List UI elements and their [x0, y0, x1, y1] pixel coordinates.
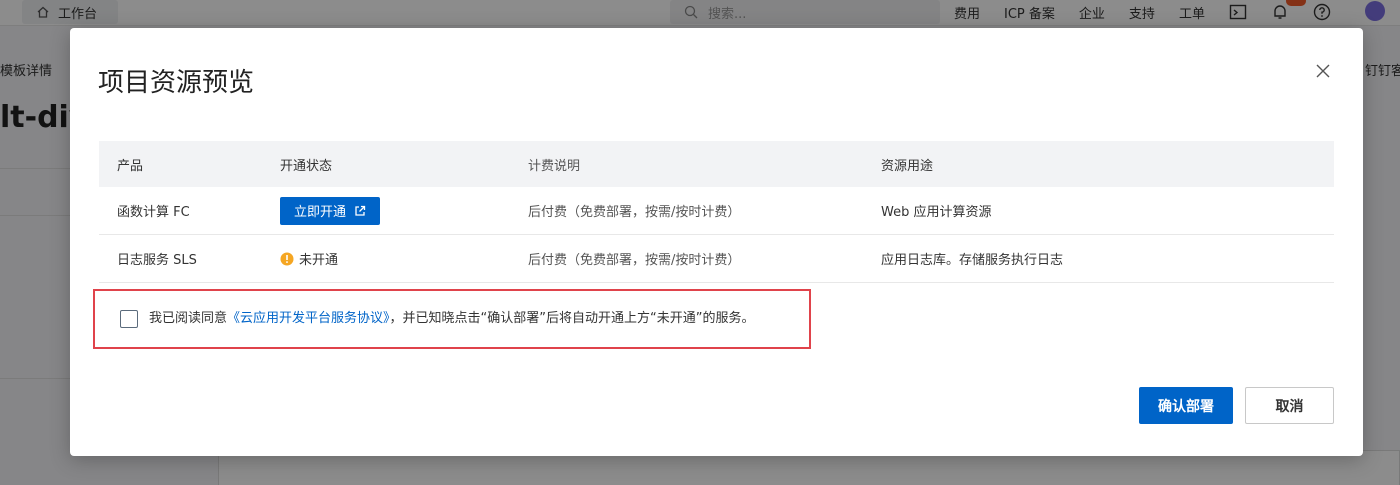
cell-status: 立即开通	[262, 196, 510, 225]
warning-icon	[280, 252, 294, 265]
agreement-highlight: 我已阅读同意《云应用开发平台服务协议》，并已知晓点击“确认部署”后将自动开通上方…	[93, 289, 811, 349]
activate-now-button[interactable]: 立即开通	[280, 196, 380, 225]
agreement-checkbox[interactable]	[120, 310, 138, 328]
agreement-text: 我已阅读同意《云应用开发平台服务协议》，并已知晓点击“确认部署”后将自动开通上方…	[149, 310, 754, 328]
close-icon[interactable]	[1314, 62, 1332, 80]
cell-usage: 应用日志库。存储服务执行日志	[881, 253, 1064, 268]
cell-billing: 后付费（免费部署，按需/按时计费）	[528, 253, 741, 268]
header-billing: 计费说明	[528, 158, 581, 174]
dialog-title: 项目资源预览	[98, 68, 255, 98]
cell-billing: 后付费（免费部署，按需/按时计费）	[528, 205, 741, 220]
activate-now-label: 立即开通	[293, 205, 346, 220]
table-header: 产品 开通状态 计费说明 资源用途	[99, 141, 1334, 187]
cell-status: 未开通	[262, 249, 510, 268]
cancel-button[interactable]: 取消	[1245, 387, 1334, 424]
header-usage: 资源用途	[881, 158, 934, 174]
agreement-link[interactable]: 《云应用开发平台服务协议》	[227, 311, 390, 326]
table-row: 函数计算 FC 立即开通 后付费（免费部署，按需/按时计费） Web 应用计算资…	[99, 187, 1334, 235]
header-status: 开通状态	[280, 158, 333, 174]
table-row: 日志服务 SLS 未开通 后付费（免费部署，按需/按时计费） 应用日志库。存储服…	[99, 235, 1334, 283]
cell-product: 函数计算 FC	[117, 205, 190, 220]
status-not-activated: 未开通	[280, 249, 338, 268]
resource-table: 产品 开通状态 计费说明 资源用途 函数计算 FC 立即开通 后付费（免费部署，…	[99, 141, 1334, 283]
agreement-prefix: 我已阅读同意	[149, 311, 228, 326]
confirm-deploy-button[interactable]: 确认部署	[1139, 387, 1233, 424]
status-text: 未开通	[299, 253, 339, 268]
cell-usage: Web 应用计算资源	[881, 205, 992, 220]
external-link-icon	[355, 205, 366, 216]
agreement-suffix: ，并已知晓点击“确认部署”后将自动开通上方“未开通”的服务。	[389, 311, 755, 326]
header-product: 产品	[117, 158, 144, 174]
cell-product: 日志服务 SLS	[117, 253, 197, 268]
resource-preview-dialog: 项目资源预览 产品 开通状态 计费说明 资源用途 函数计算 FC 立即开通 后付…	[70, 28, 1363, 456]
